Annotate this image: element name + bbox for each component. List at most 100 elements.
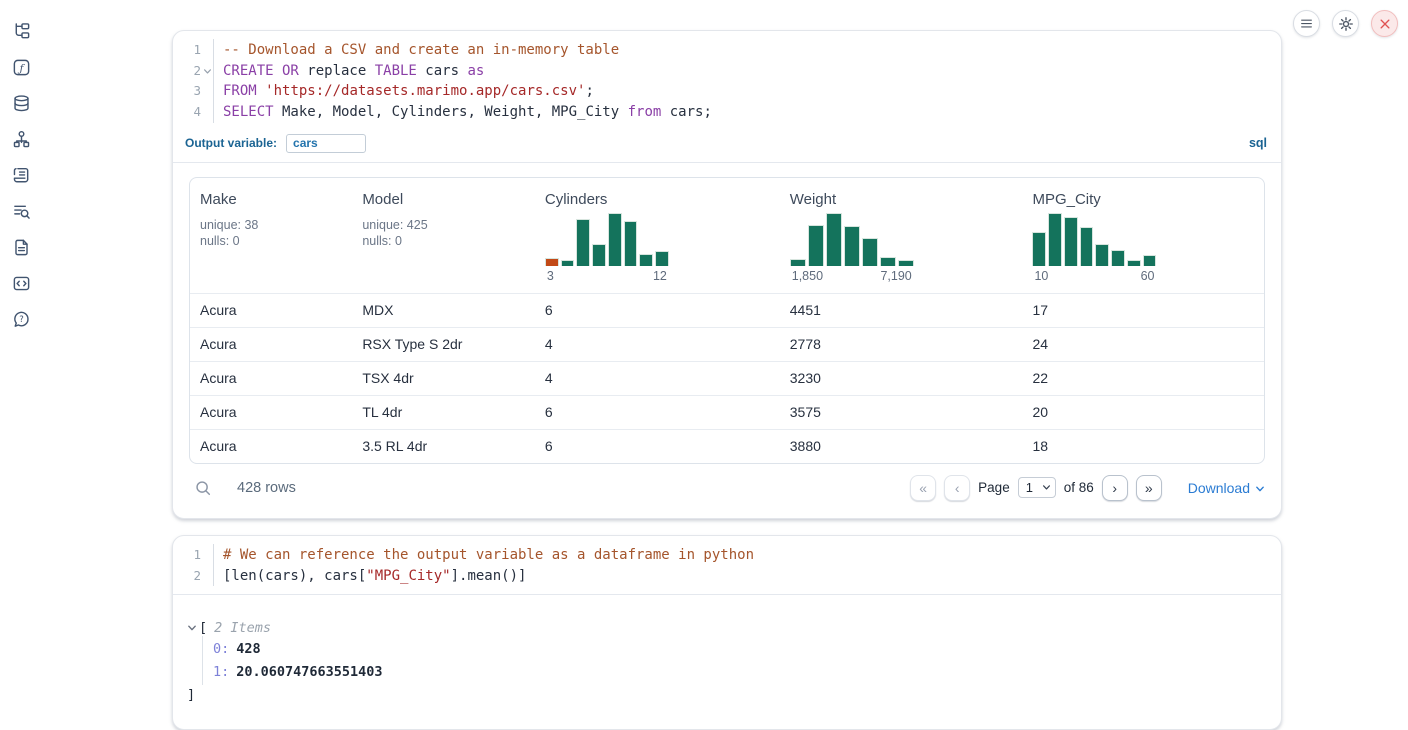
logs-icon[interactable] xyxy=(10,200,32,222)
column-header-make[interactable]: Make unique: 38nulls: 0 xyxy=(190,178,354,293)
line-number: 1 xyxy=(173,545,201,565)
table-cell: RSX Type S 2dr xyxy=(354,328,537,361)
histogram-bar xyxy=(808,225,824,266)
documentation-icon[interactable] xyxy=(10,236,32,258)
histogram-bar xyxy=(898,260,914,266)
histogram-bar xyxy=(862,238,878,266)
histogram-bar xyxy=(790,259,806,266)
tree-entry: 1:20.060747663551403 xyxy=(213,661,1265,684)
table-body: AcuraMDX6445117AcuraRSX Type S 2dr427782… xyxy=(190,294,1264,463)
table-cell: 4451 xyxy=(782,294,1025,327)
table-cell: Acura xyxy=(190,362,354,395)
page-label: Page xyxy=(978,480,1010,495)
histogram-bar xyxy=(826,213,842,266)
page-select[interactable]: 1 xyxy=(1018,477,1056,498)
table-cell: 20 xyxy=(1024,396,1264,429)
first-page-button[interactable]: « xyxy=(910,475,936,501)
histogram-bar xyxy=(608,213,622,266)
column-stat: nulls: 0 xyxy=(362,233,531,250)
histogram-min-label: 1,850 xyxy=(792,269,823,283)
file-tree-icon[interactable] xyxy=(10,20,32,42)
functions-icon[interactable]: ƒ xyxy=(10,56,32,78)
scratchpad-icon[interactable] xyxy=(10,164,32,186)
histogram-bar xyxy=(1143,255,1157,266)
line-number: 4 xyxy=(173,102,201,122)
line-number: 3 xyxy=(173,81,201,101)
histogram-bar xyxy=(1127,260,1141,266)
histogram-bar xyxy=(1111,250,1125,266)
histogram-bar xyxy=(624,221,638,266)
table-cell: 17 xyxy=(1024,294,1264,327)
output-variable-input[interactable] xyxy=(286,134,366,153)
sql-cell: 1-- Download a CSV and create an in-memo… xyxy=(172,30,1282,519)
search-icon[interactable] xyxy=(193,478,213,498)
notebook: 1-- Download a CSV and create an in-memo… xyxy=(172,30,1282,730)
shutdown-button[interactable] xyxy=(1371,10,1398,37)
snippets-icon[interactable] xyxy=(10,272,32,294)
column-stat: unique: 38 xyxy=(200,217,348,234)
histogram-max-label: 60 xyxy=(1141,269,1155,283)
svg-text:?: ? xyxy=(19,314,24,324)
language-badge: sql xyxy=(1249,136,1267,150)
tree-entry-index: 0: xyxy=(213,641,229,657)
histogram-bars xyxy=(545,213,669,266)
code-line[interactable]: 4 SELECT Make, Model, Cylinders, Weight, … xyxy=(173,102,1281,123)
fold-chevron-icon[interactable] xyxy=(201,63,214,83)
histogram-bar xyxy=(576,219,590,266)
column-stats: unique: 38nulls: 0 xyxy=(200,217,348,250)
histogram-min-label: 3 xyxy=(547,269,554,283)
table-cell: 3230 xyxy=(782,362,1025,395)
code-text: FROM 'https://datasets.marimo.app/cars.c… xyxy=(223,82,594,102)
histogram-range-labels: 1,850 7,190 xyxy=(790,269,914,283)
table-cell: TL 4dr xyxy=(354,396,537,429)
histogram-mpg_city: 1060 xyxy=(1032,213,1156,283)
collapse-chevron-icon[interactable] xyxy=(187,623,197,633)
download-button[interactable]: Download xyxy=(1188,480,1265,496)
code-line[interactable]: 1# We can reference the output variable … xyxy=(173,545,1281,566)
settings-button[interactable] xyxy=(1332,10,1359,37)
code-line[interactable]: 1-- Download a CSV and create an in-memo… xyxy=(173,40,1281,61)
code-line[interactable]: 2[len(cars), cars["MPG_City"].mean()] xyxy=(173,566,1281,587)
histogram-max-label: 7,190 xyxy=(880,269,911,283)
table-cell: Acura xyxy=(190,328,354,361)
table-cell: TSX 4dr xyxy=(354,362,537,395)
next-page-button[interactable]: › xyxy=(1102,475,1128,501)
table-row[interactable]: AcuraRSX Type S 2dr4277824 xyxy=(190,327,1264,361)
code-line[interactable]: 3 FROM 'https://datasets.marimo.app/cars.… xyxy=(173,81,1281,102)
datasources-icon[interactable] xyxy=(10,92,32,114)
output-variable-label: Output variable: xyxy=(185,136,277,150)
help-icon[interactable]: ? xyxy=(10,308,32,330)
code-line[interactable]: 2CREATE OR replace TABLE cars as xyxy=(173,61,1281,82)
column-label: Make xyxy=(200,191,348,208)
previous-page-button[interactable]: ‹ xyxy=(944,475,970,501)
output-variable-row: Output variable: sql xyxy=(173,131,1281,162)
tree-root: [ 2 Items xyxy=(187,620,1265,636)
table-row[interactable]: AcuraTSX 4dr4323022 xyxy=(190,361,1264,395)
histogram-bar xyxy=(1032,232,1046,266)
code-text: CREATE OR replace TABLE cars as xyxy=(223,62,484,82)
python-code-editor[interactable]: 1# We can reference the output variable … xyxy=(173,536,1281,594)
dependency-graph-icon[interactable] xyxy=(10,128,32,150)
column-header-weight[interactable]: Weight1,8507,190 xyxy=(782,178,1025,293)
column-label: MPG_City xyxy=(1032,191,1258,208)
tree-entry-value: 20.060747663551403 xyxy=(236,664,382,680)
code-text: SELECT Make, Model, Cylinders, Weight, M… xyxy=(223,103,712,123)
open-bracket: [ xyxy=(199,620,207,636)
table-cell: 4 xyxy=(537,328,782,361)
histogram-bars xyxy=(1032,213,1156,266)
table-cell: 4 xyxy=(537,362,782,395)
column-header-cylinders[interactable]: Cylinders312 xyxy=(537,178,782,293)
column-header-mpg_city[interactable]: MPG_City 1060 xyxy=(1024,178,1264,293)
histogram-bar xyxy=(1095,244,1109,266)
column-header-model[interactable]: Modelunique: 425nulls: 0 xyxy=(354,178,537,293)
table-row[interactable]: Acura3.5 RL 4dr6388018 xyxy=(190,429,1264,463)
histogram-bar xyxy=(1048,213,1062,266)
page-total-label: of 86 xyxy=(1064,480,1094,495)
table-cell: 3.5 RL 4dr xyxy=(354,430,537,463)
sql-code-editor[interactable]: 1-- Download a CSV and create an in-memo… xyxy=(173,31,1281,131)
table-row[interactable]: AcuraTL 4dr6357520 xyxy=(190,395,1264,429)
last-page-button[interactable]: » xyxy=(1136,475,1162,501)
menu-button[interactable] xyxy=(1293,10,1320,37)
table-row[interactable]: AcuraMDX6445117 xyxy=(190,294,1264,327)
table-cell: 6 xyxy=(537,294,782,327)
